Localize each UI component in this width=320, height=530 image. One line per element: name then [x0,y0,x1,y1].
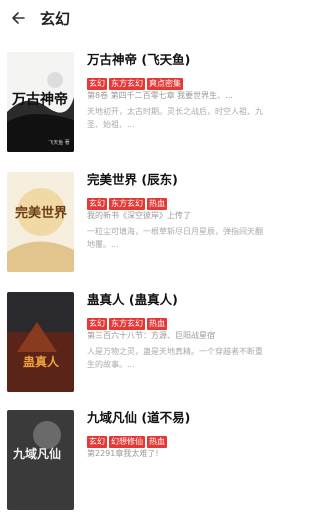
latest-chapter: 第8卷 第四千二百零七章 我要世界生、... [87,91,233,100]
svg-text:九域凡仙: 九域凡仙 [12,446,61,461]
tag-list: 玄幻 幻想修仙 热血 [87,429,267,448]
book-cover[interactable]: 万古神帝 飞天鱼 著 [7,52,74,152]
book-title: 蛊真人 (蛊真人) [87,292,178,307]
tag-list: 玄幻 东方玄幻 热血 [87,311,267,330]
tag[interactable]: 玄幻 [87,78,107,90]
svg-text:蛊真人: 蛊真人 [23,354,60,369]
latest-chapter: 我的新书《深空彼岸》上传了 [87,211,191,220]
tag[interactable]: 玄幻 [87,436,107,448]
svg-text:完美世界: 完美世界 [15,205,67,221]
book-cover[interactable]: 完美世界 [7,172,74,272]
book-description: 天地初开，太古时期。灵长之战后，时空人祖、九圣、始祖、... [87,107,263,129]
tag[interactable]: 东方玄幻 [109,318,145,330]
svg-text:万古神帝: 万古神帝 [11,91,68,108]
tag-list: 玄幻 东方玄幻 爽点密集 [87,71,267,90]
book-description: 人是万物之灵，蛊是天地真精。一个穿越者不断重生的故事。... [87,347,263,369]
book-title: 完美世界 (辰东) [87,172,178,187]
book-item[interactable]: 九域凡仙 九域凡仙 (道不易) 玄幻 幻想修仙 热血 第2291章我太难了! [0,410,270,530]
back-arrow-icon[interactable] [10,10,26,26]
tag[interactable]: 玄幻 [87,318,107,330]
tag[interactable]: 东方玄幻 [109,78,145,90]
top-bar: 玄幻 [0,0,270,40]
tag[interactable]: 玄幻 [87,198,107,210]
tag[interactable]: 东方玄幻 [109,198,145,210]
book-cover[interactable]: 九域凡仙 [7,410,74,510]
page-title: 玄幻 [40,10,71,28]
book-title: 万古神帝 (飞天鱼) [87,52,191,67]
tag[interactable]: 幻想修仙 [109,436,145,448]
svg-text:飞天鱼 著: 飞天鱼 著 [48,139,70,146]
tag[interactable]: 爽点密集 [147,78,183,90]
tag[interactable]: 热血 [147,198,167,210]
tag-list: 玄幻 东方玄幻 热血 [87,191,267,210]
book-item[interactable]: 蛊真人 蛊真人 (蛊真人) 玄幻 东方玄幻 热血 第三百六十八节：方源、巨阳战星宿 … [0,292,270,412]
book-description: 一粒尘可填海，一根草斩尽日月星辰，弹指间天翻地覆。... [87,227,263,249]
latest-chapter: 第三百六十八节：方源、巨阳战星宿 [87,331,215,340]
latest-chapter: 第2291章我太难了! [87,449,159,458]
book-item[interactable]: 完美世界 完美世界 (辰东) 玄幻 东方玄幻 热血 我的新书《深空彼岸》上传了 一粒… [0,172,270,292]
tag[interactable]: 热血 [147,436,167,448]
book-cover[interactable]: 蛊真人 [7,292,74,392]
book-item[interactable]: 万古神帝 飞天鱼 著 万古神帝 (飞天鱼) 玄幻 东方玄幻 爽点密集 第8卷 第四千… [0,52,270,172]
book-title: 九域凡仙 (道不易) [87,410,191,425]
tag[interactable]: 热血 [147,318,167,330]
